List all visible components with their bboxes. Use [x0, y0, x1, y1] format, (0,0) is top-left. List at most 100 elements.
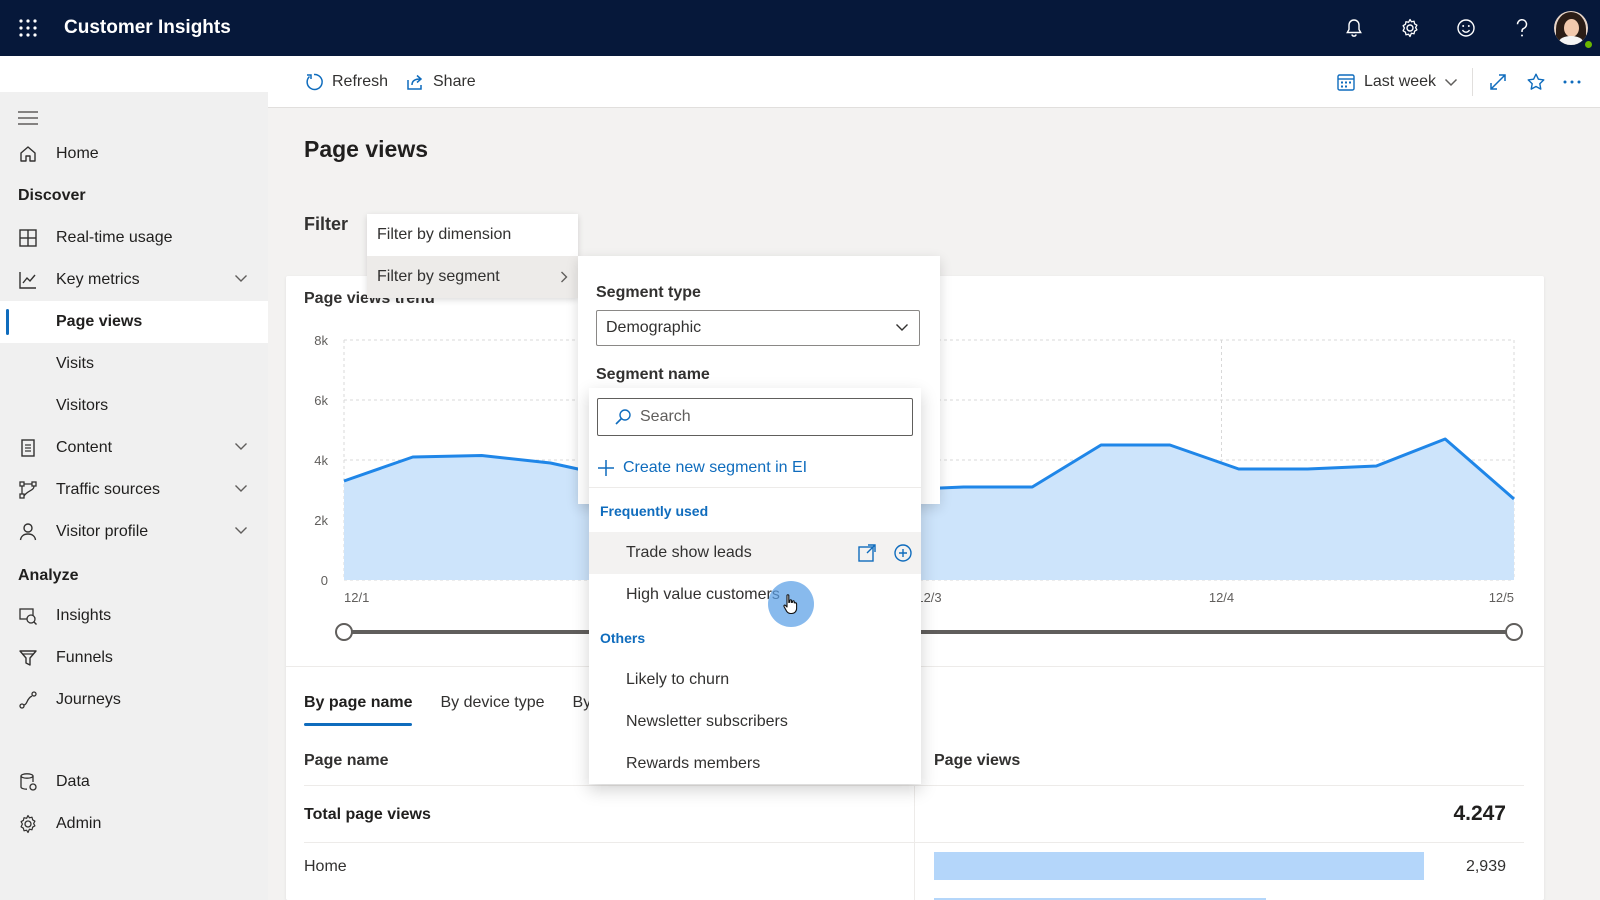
- tab-by-page-name[interactable]: By page name: [304, 694, 413, 728]
- y-tick-label: 8k: [314, 333, 328, 348]
- table-row-name[interactable]: Home: [304, 858, 347, 876]
- sidebar: Home Discover Real-time usage Key metric…: [0, 92, 268, 900]
- command-divider: [1472, 68, 1473, 96]
- sidebar-item-realtime-usage[interactable]: Real-time usage: [0, 217, 268, 259]
- sidebar-item-data[interactable]: Data: [0, 761, 268, 803]
- sidebar-item-content[interactable]: Content: [0, 427, 268, 469]
- sidebar-item-label: Visitor profile: [56, 523, 149, 540]
- create-segment-link[interactable]: Create new segment in EI: [597, 454, 807, 482]
- sidebar-item-key-metrics[interactable]: Key metrics: [0, 259, 268, 301]
- chevron-down-icon: [235, 443, 247, 450]
- column-header-page-views[interactable]: Page views: [934, 752, 1020, 770]
- sidebar-item-label: Key metrics: [56, 271, 140, 288]
- sidebar-item-label: Content: [56, 439, 113, 456]
- date-range-label: Last week: [1364, 73, 1437, 90]
- sidebar-item-visitor-profile[interactable]: Visitor profile: [0, 511, 268, 553]
- chevron-down-icon: [235, 527, 247, 534]
- segment-option-high-value-customers[interactable]: High value customers: [589, 574, 921, 616]
- expand-button[interactable]: [1488, 56, 1516, 108]
- segment-option-label: High value customers: [626, 586, 780, 603]
- segment-search-input[interactable]: Search: [597, 398, 913, 436]
- table-row-bar: [934, 852, 1424, 880]
- insights-icon: [0, 606, 56, 626]
- filter-by-segment-item[interactable]: Filter by segment: [367, 256, 578, 298]
- y-tick-label: 0: [321, 573, 328, 588]
- open-in-new-icon[interactable]: [857, 543, 877, 563]
- y-tick-label: 6k: [314, 393, 328, 408]
- sidebar-item-home[interactable]: Home: [0, 133, 268, 175]
- y-tick-label: 2k: [314, 513, 328, 528]
- create-segment-label: Create new segment in EI: [623, 459, 808, 476]
- date-range-dropdown[interactable]: Last week: [1336, 56, 1466, 108]
- waffle-icon[interactable]: [0, 0, 56, 56]
- home-icon: [0, 144, 56, 164]
- sidebar-item-traffic-sources[interactable]: Traffic sources: [0, 469, 268, 511]
- search-icon: [615, 409, 631, 425]
- avatar[interactable]: [1554, 11, 1588, 45]
- column-header-page-name[interactable]: Page name: [304, 752, 388, 770]
- sidebar-item-label: Page views: [56, 313, 143, 330]
- add-circle-icon[interactable]: [893, 543, 913, 563]
- more-icon: [1563, 80, 1581, 84]
- sidebar-item-label: Funnels: [56, 649, 113, 666]
- x-tick-label: 12/1: [344, 590, 369, 605]
- refresh-label: Refresh: [332, 73, 389, 90]
- plus-icon: [598, 460, 614, 476]
- presence-status-icon: [1583, 39, 1594, 50]
- segment-option-rewards-members[interactable]: Rewards members: [589, 743, 921, 785]
- sidebar-item-label: Journeys: [56, 691, 121, 708]
- hamburger-menu-icon[interactable]: [18, 110, 38, 131]
- filter-by-dimension-item[interactable]: Filter by dimension: [367, 214, 578, 256]
- sidebar-item-visits[interactable]: Visits: [0, 343, 268, 385]
- smiley-icon[interactable]: [1438, 0, 1494, 56]
- segment-option-trade-show-leads[interactable]: Trade show leads: [589, 532, 921, 574]
- sidebar-item-journeys[interactable]: Journeys: [0, 679, 268, 721]
- more-options-button[interactable]: [1562, 56, 1590, 108]
- app-title[interactable]: Customer Insights: [64, 17, 231, 39]
- line-chart-icon: [0, 270, 56, 290]
- row-divider: [304, 842, 1524, 843]
- sidebar-item-label: Admin: [56, 815, 102, 832]
- calendar-icon: [1337, 74, 1355, 91]
- share-icon: [407, 74, 423, 90]
- filter-by-segment-label: Filter by segment: [377, 268, 500, 285]
- x-tick-label: 12/4: [1209, 590, 1234, 605]
- segment-option-label: Likely to churn: [626, 671, 730, 688]
- sidebar-item-insights[interactable]: Insights: [0, 595, 268, 637]
- segment-option-label: Rewards members: [626, 755, 761, 772]
- gear-icon[interactable]: [1382, 0, 1438, 56]
- range-slider-end-handle[interactable]: [1505, 623, 1523, 641]
- range-slider-start-handle[interactable]: [335, 623, 353, 641]
- person-icon: [0, 522, 56, 542]
- sidebar-item-visitors[interactable]: Visitors: [0, 385, 268, 427]
- segment-option-newsletter-subscribers[interactable]: Newsletter subscribers: [589, 701, 921, 743]
- table-row-value: 2,939: [1465, 858, 1506, 875]
- gear-icon: [0, 814, 56, 834]
- database-icon: [0, 772, 56, 792]
- tab-by-device-type[interactable]: By device type: [440, 694, 544, 728]
- segment-type-dropdown[interactable]: Demographic: [596, 310, 920, 346]
- sidebar-item-page-views[interactable]: Page views: [0, 301, 268, 343]
- sidebar-item-label: Data: [56, 773, 90, 790]
- journey-icon: [0, 690, 56, 710]
- segment-option-likely-to-churn[interactable]: Likely to churn: [589, 659, 921, 701]
- bell-icon[interactable]: [1326, 0, 1382, 56]
- share-button[interactable]: Share: [405, 56, 476, 108]
- y-tick-label: 4k: [314, 453, 328, 468]
- total-page-views-label: Total page views: [304, 806, 431, 823]
- tab-list: By page name By device type By: [304, 694, 619, 728]
- sidebar-item-label: Traffic sources: [56, 481, 161, 498]
- chevron-right-icon: [561, 271, 568, 283]
- sidebar-item-funnels[interactable]: Funnels: [0, 637, 268, 679]
- expand-icon: [1490, 74, 1506, 90]
- segment-option-label: Trade show leads: [626, 544, 752, 561]
- dashboard-icon: [0, 228, 56, 248]
- filter-menu: Filter by dimension Filter by segment: [367, 214, 578, 298]
- total-page-views-value: 4.247: [1453, 802, 1506, 825]
- refresh-button[interactable]: Refresh: [304, 56, 388, 108]
- sidebar-item-admin[interactable]: Admin: [0, 803, 268, 845]
- chevron-down-icon: [1445, 78, 1458, 87]
- favorite-button[interactable]: [1526, 56, 1554, 108]
- help-icon[interactable]: [1494, 0, 1550, 56]
- segment-type-value: Demographic: [606, 319, 702, 336]
